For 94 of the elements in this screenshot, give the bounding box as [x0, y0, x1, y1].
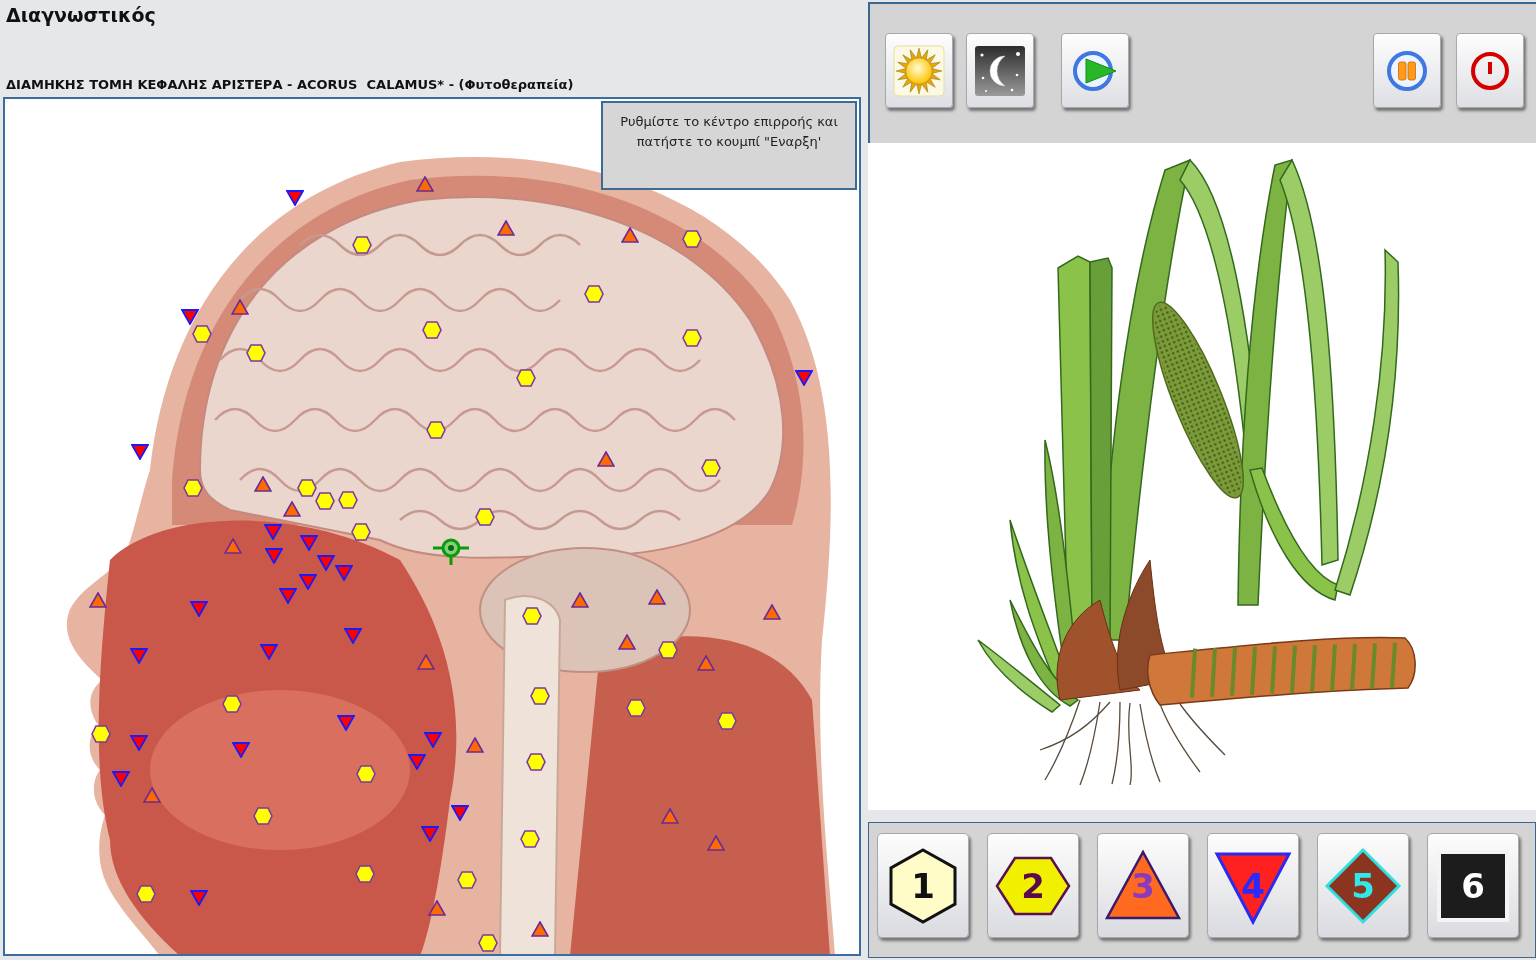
hexagon-marker-icon — [351, 523, 371, 541]
hexagon-marker-icon — [526, 753, 546, 771]
inverted-triangle-marker-icon — [451, 805, 469, 821]
inverted-triangle-marker-icon — [181, 309, 199, 325]
inverted-triangle-marker-icon — [335, 565, 353, 581]
moon-button[interactable] — [966, 33, 1034, 108]
inverted-triangle-marker-icon — [795, 370, 813, 386]
triangle-marker-icon — [648, 589, 666, 605]
pause-button[interactable] — [1373, 33, 1441, 108]
level-button[interactable]: 1 — [877, 833, 969, 938]
level-button[interactable]: 5 — [1317, 833, 1409, 938]
hexagon-marker-icon — [530, 687, 550, 705]
inverted-triangle-marker-icon — [421, 826, 439, 842]
play-button[interactable] — [1061, 33, 1129, 108]
inverted-triangle-marker-icon — [286, 190, 304, 206]
instruction-tooltip: Ρυθμίστε το κέντρο επιρροής και πατήστε το κουμπί "Εναρξη' — [601, 101, 857, 190]
triangle-marker-icon — [428, 900, 446, 916]
triangle-marker-icon — [621, 227, 639, 243]
hexagon-marker-icon — [426, 421, 446, 439]
hexagon-marker-icon — [356, 765, 376, 783]
hexagon-marker-icon — [522, 607, 542, 625]
inverted-triangle-marker-icon — [299, 574, 317, 590]
inverted-triangle-marker-icon — [317, 555, 335, 571]
page-title: Διαγνωστικός — [6, 3, 156, 27]
triangle-marker-icon — [224, 538, 242, 554]
triangle-marker-icon — [283, 501, 301, 517]
hexagon-marker-icon — [246, 344, 266, 362]
hexagon-marker-icon — [682, 230, 702, 248]
hexagon-marker-icon — [478, 934, 498, 952]
triangle-marker-icon — [417, 654, 435, 670]
hexagon-marker-icon — [222, 695, 242, 713]
triangle-marker-icon — [707, 835, 725, 851]
hexagon-marker-icon — [422, 321, 442, 339]
triangle-marker-icon — [697, 655, 715, 671]
inverted-triangle-marker-icon — [424, 732, 442, 748]
inverted-triangle-marker-icon — [112, 771, 130, 787]
inverted-triangle-marker-icon — [337, 715, 355, 731]
hexagon-marker-icon — [355, 865, 375, 883]
crosshair-icon[interactable] — [432, 536, 470, 566]
hexagon-marker-icon — [315, 492, 335, 510]
triangle-marker-icon — [661, 808, 679, 824]
hexagon-marker-icon — [475, 508, 495, 526]
diamond-icon — [1323, 845, 1403, 926]
triangle-marker-icon — [466, 737, 484, 753]
inverted-triangle-marker-icon — [130, 648, 148, 664]
level-button[interactable]: 2 — [987, 833, 1079, 938]
power-button[interactable] — [1456, 33, 1524, 108]
hexagon-marker-icon — [682, 329, 702, 347]
triangle-marker-icon — [231, 299, 249, 315]
inverted-triangle-marker-icon — [130, 735, 148, 751]
hexagon-marker-icon — [516, 369, 536, 387]
hexagon-marker-icon — [626, 699, 646, 717]
inverted-triangle-marker-icon — [131, 444, 149, 460]
inverted-triangle-marker-icon — [279, 588, 297, 604]
triangle-marker-icon — [416, 176, 434, 192]
inverted-triangle-marker-icon — [344, 628, 362, 644]
hexagon-marker-icon — [192, 325, 212, 343]
level-button[interactable]: 6 — [1427, 833, 1519, 938]
hexagon-marker-icon — [297, 479, 317, 497]
triangle-marker-icon — [618, 634, 636, 650]
hexagon-marker-icon — [658, 641, 678, 659]
inverted-triangle-marker-icon — [265, 548, 283, 564]
triangle-marker-icon — [531, 921, 549, 937]
hexagon-marker-icon — [352, 236, 372, 254]
triangle-marker-icon — [143, 787, 161, 803]
hexagon-marker-icon — [91, 725, 111, 743]
power-icon — [1470, 50, 1510, 91]
inverted-triangle-marker-icon — [300, 535, 318, 551]
inverted-triangle-marker-icon — [408, 754, 426, 770]
hexagon-marker-icon — [338, 491, 358, 509]
triangle-marker-icon — [571, 592, 589, 608]
inverted-triangle-marker-icon — [264, 524, 282, 540]
inverted-triangle-marker-icon — [260, 644, 278, 660]
image-caption: ΔΙΑΜΗΚΗΣ ΤΟΜΗ ΚΕΦΑΛΗΣ ΑΡΙΣΤΕΡΑ - ACORUS CALAMUS* - (Φυτοθεραπεία) — [6, 76, 574, 94]
inverted-triangle-marker-icon — [190, 601, 208, 617]
triangle-marker-icon — [254, 476, 272, 492]
hexagon-marker-icon — [701, 459, 721, 477]
inverted-triangle-marker-icon — [232, 742, 250, 758]
hexagon-marker-icon — [253, 807, 273, 825]
triangle-marker-icon — [89, 592, 107, 608]
moon-icon — [974, 44, 1026, 97]
triangle-marker-icon — [763, 604, 781, 620]
pause-icon — [1386, 49, 1428, 92]
inverted-triangle-marker-icon — [190, 890, 208, 906]
hexagon-marker-icon — [136, 885, 156, 903]
hexagon-marker-icon — [520, 830, 540, 848]
hexagon-marker-icon — [457, 871, 477, 889]
sun-button[interactable] — [885, 33, 953, 108]
triangle-marker-icon — [597, 451, 615, 467]
sun-icon — [893, 44, 945, 97]
hexagon-marker-icon — [584, 285, 604, 303]
hexagon-marker-icon — [717, 712, 737, 730]
hexagon-marker-icon — [183, 479, 203, 497]
triangle-marker-icon — [497, 220, 515, 236]
